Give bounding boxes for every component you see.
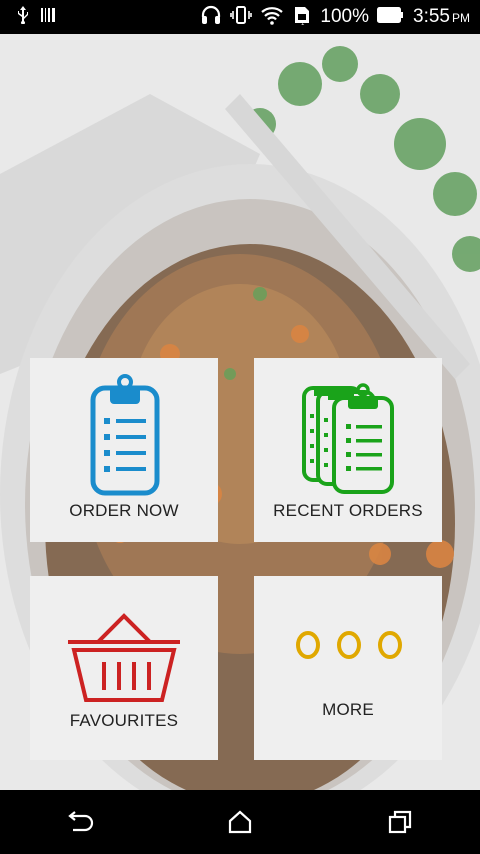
basket-icon	[68, 613, 180, 702]
home-button[interactable]	[210, 797, 270, 847]
vibrate-icon	[230, 5, 253, 30]
order-now-label: ORDER NOW	[69, 501, 179, 520]
clock-time: 3:55	[413, 6, 450, 27]
sim-icon: 1	[292, 5, 312, 30]
back-icon	[68, 811, 94, 832]
usb-icon	[16, 5, 30, 29]
clipboard-list-icon	[90, 374, 160, 496]
recent-orders-tile[interactable]: RECENT ORDERS	[254, 358, 442, 542]
recent-apps-button[interactable]	[370, 797, 430, 847]
favourites-label: FAVOURITES	[69, 711, 179, 730]
battery-icon	[377, 6, 405, 29]
order-now-tile[interactable]: ORDER NOW	[30, 358, 218, 542]
home-icon	[228, 810, 252, 834]
back-button[interactable]	[50, 797, 110, 847]
navigation-bar	[0, 790, 480, 854]
more-tile[interactable]: MORE	[254, 576, 442, 760]
three-dots-icon	[296, 631, 402, 659]
clock-ampm: PM	[452, 11, 470, 25]
headset-icon	[200, 5, 222, 30]
status-bar: 1 100% 3:55 PM	[0, 0, 480, 34]
barcode-icon	[40, 7, 56, 28]
favourites-tile[interactable]: FAVOURITES	[30, 576, 218, 760]
recent-orders-label: RECENT ORDERS	[273, 501, 423, 520]
more-label: MORE	[322, 700, 374, 719]
wifi-icon	[260, 5, 284, 30]
stacked-clipboards-icon	[302, 383, 394, 494]
recent-apps-icon	[388, 810, 412, 834]
clock: 3:55 PM	[413, 6, 470, 28]
battery-percent: 100%	[320, 6, 370, 27]
